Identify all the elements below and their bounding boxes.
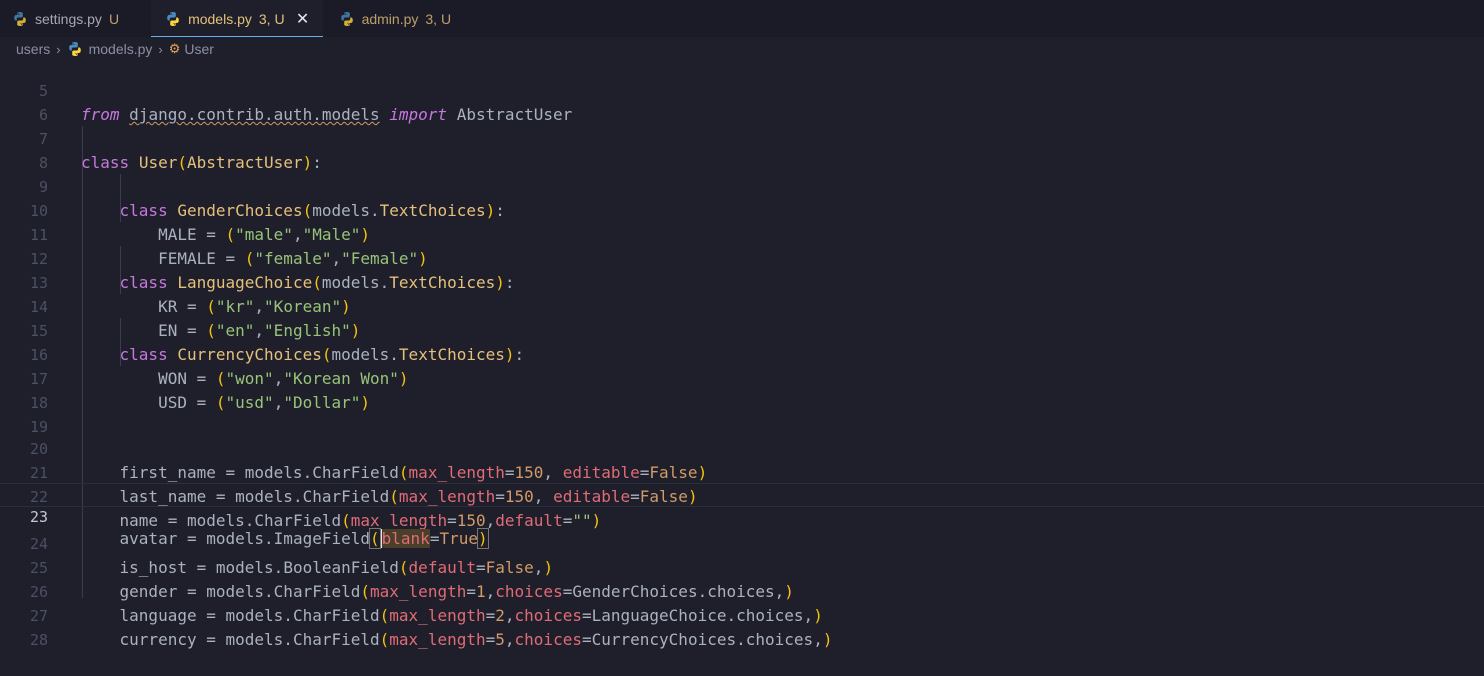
code-line: 19	[0, 391, 1484, 436]
code-line: 7 class User(AbstractUser):	[0, 103, 1484, 172]
tab-status: U	[108, 10, 120, 27]
python-file-icon	[340, 11, 353, 26]
tab-admin-py[interactable]: admin.py 3, U	[323, 0, 462, 37]
code-line: 10 MALE = ("male","Male")	[0, 175, 1484, 244]
code-line: 18	[0, 367, 1484, 412]
tab-status: 3, U	[258, 10, 285, 27]
code-line: 8	[0, 127, 1484, 172]
tab-label: settings.py	[35, 10, 102, 27]
tab-label: admin.py	[361, 10, 419, 27]
code-line: 17 USD = ("usd","Dollar")	[0, 343, 1484, 412]
close-icon[interactable]: ✕	[295, 9, 311, 29]
code-line: 26 language = models.CharField(max_lengt…	[0, 556, 1484, 625]
code-text: currency = models.CharField(max_length=5…	[119, 630, 833, 649]
code-line: 24 is_host = models.BooleanField(default…	[0, 508, 1484, 577]
code-line: 5 from django.contrib.auth.models import…	[0, 55, 1484, 124]
code-line: 21 last_name = models.CharField(max_leng…	[0, 437, 1484, 506]
python-file-icon	[167, 11, 179, 26]
tab-models-py[interactable]: models.py 3, U ✕	[151, 0, 323, 37]
code-line: 12 class LanguageChoice(models.TextChoic…	[0, 223, 1484, 292]
code-line: 25 gender = models.CharField(max_length=…	[0, 532, 1484, 601]
code-editor[interactable]: 5 from django.contrib.auth.models import…	[0, 55, 1484, 649]
code-line: 27 currency = models.CharField(max_lengt…	[0, 580, 1484, 649]
code-line: 11 FEMALE = ("female","Female")	[0, 199, 1484, 268]
code-line: 16 WON = ("won","Korean Won")	[0, 319, 1484, 388]
code-line: 14 EN = ("en","English")	[0, 271, 1484, 340]
code-line: 6	[0, 79, 1484, 124]
code-line: 9 class GenderChoices(models.TextChoices…	[0, 151, 1484, 220]
tab-label: models.py	[188, 10, 252, 27]
tab-status: 3, U	[425, 10, 452, 27]
code-line: 20 first_name = models.CharField(max_len…	[0, 413, 1484, 482]
tab-settings-py[interactable]: settings.py U	[0, 0, 151, 37]
code-line: 28	[0, 604, 1484, 649]
code-line: 13 KR = ("kr","Korean")	[0, 247, 1484, 316]
python-file-icon	[14, 11, 26, 26]
code-line: 15 class CurrencyChoices(models.TextChoi…	[0, 295, 1484, 364]
code-line: 22 name = models.CharField(max_length=15…	[0, 461, 1484, 530]
line-number: 28	[29, 631, 48, 649]
code-line-current: 23 avatar = models.ImageField(blank=True…	[0, 483, 1484, 549]
editor-tab-bar: settings.py U models.py 3, U ✕ admin.py …	[0, 0, 1484, 37]
